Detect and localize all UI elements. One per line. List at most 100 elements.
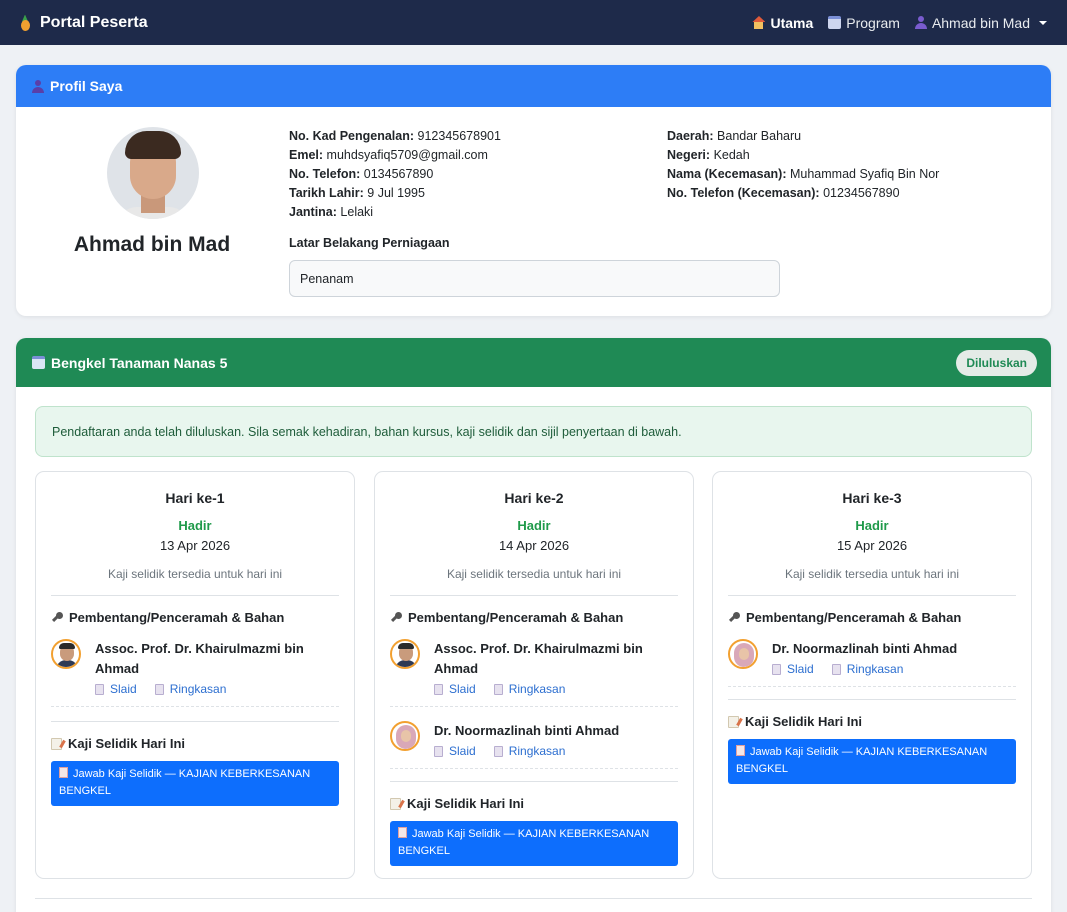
attendance-status: Hadir [855,518,889,533]
calendar-icon [32,356,45,369]
survey-section-heading: Kaji Selidik Hari Ini [51,736,339,751]
answer-survey-button[interactable]: Jawab Kaji Selidik — KAJIAN KEBERKESANAN… [51,761,339,806]
nav-label-program: Program [846,14,900,31]
profile-card: Profil Saya Ahmad bin Mad No. Kad Pengen… [16,65,1051,316]
nav-item-utama[interactable]: Utama [752,15,813,31]
survey-section-heading: Kaji Selidik Hari Ini [728,714,1016,729]
business-background-field[interactable]: Penanam [289,260,780,297]
brand-title: Portal Peserta [40,13,148,31]
user-icon [914,16,927,29]
summary-link[interactable]: Ringkasan [154,682,226,696]
document-icon [493,745,503,757]
divider [390,706,678,707]
speaker-name: Assoc. Prof. Dr. Khairulmazmi bin Ahmad [434,641,643,676]
user-menu-label: Ahmad bin Mad [931,14,1030,31]
business-background-label: Latar Belakang Perniagaan [289,236,450,250]
speaker-name: Assoc. Prof. Dr. Khairulmazmi bin Ahmad [95,641,304,676]
answer-survey-button[interactable]: Jawab Kaji Selidik — KAJIAN KEBERKESANAN… [390,821,678,866]
workshop-card-header: Bengkel Tanaman Nanas 5 Diluluskan [16,338,1051,387]
day-date: 14 Apr 2026 [498,538,570,553]
microphone-icon [390,611,402,624]
memo-icon [728,715,739,728]
profile-card-header: Profil Saya [16,65,1051,107]
workshop-title: Bengkel Tanaman Nanas 5 [51,354,228,371]
attendance-status: Hadir [517,518,551,533]
survey-availability-note: Kaji selidik tersedia untuk hari ini [446,567,622,581]
chevron-down-icon [1039,20,1047,25]
profile-details-right: Daerah: Bandar Baharu Negeri: Kedah Nama… [667,127,939,203]
attendance-status: Hadir [178,518,212,533]
day-card-3: Hari ke-3 Hadir 15 Apr 2026 Kaji selidik… [712,471,1032,879]
field-state: Negeri: Kedah [667,148,750,162]
microphone-icon [728,611,740,624]
summary-link[interactable]: Ringkasan [493,744,565,758]
brand-link[interactable]: Portal Peserta [18,14,148,32]
survey-section-heading: Kaji Selidik Hari Ini [390,796,678,811]
speaker-avatar [390,721,420,751]
field-phone: No. Telefon: 0134567890 [289,167,434,181]
survey-availability-note: Kaji selidik tersedia untuk hari ini [107,567,283,581]
divider [390,768,678,769]
file-icon [59,767,68,778]
profile-name: Ahmad bin Mad [73,233,231,256]
top-navbar: Portal Peserta Utama Program Ahmad bin M… [0,0,1067,45]
speaker-avatar [728,639,758,669]
day-title: Hari ke-1 [165,490,225,506]
speaker-item: Assoc. Prof. Dr. Khairulmazmi bin Ahmad … [390,639,678,696]
status-badge: Diluluskan [956,349,1037,376]
day-title: Hari ke-2 [504,490,564,506]
approval-alert: Pendaftaran anda telah diluluskan. Sila … [35,406,1032,457]
user-menu-dropdown[interactable]: Ahmad bin Mad [914,14,1047,31]
user-icon [32,79,44,93]
calendar-icon [828,16,842,29]
divider [728,595,1016,596]
memo-icon [51,737,62,750]
divider [390,781,678,782]
profile-details-left: No. Kad Pengenalan: 912345678901 Emel: m… [289,127,501,222]
document-icon [493,683,503,695]
summary-link[interactable]: Ringkasan [831,662,903,676]
day-date: 13 Apr 2026 [159,538,231,553]
house-icon [752,16,766,29]
document-icon [95,683,104,695]
field-emergency-name: Nama (Kecemasan): Muhammad Syafiq Bin No… [667,167,940,181]
divider [35,898,1032,899]
speaker-item: Dr. Noormazlinah binti Ahmad Slaid Ringk… [390,721,678,758]
document-icon [772,663,781,675]
day-card-2: Hari ke-2 Hadir 14 Apr 2026 Kaji selidik… [374,471,694,879]
summary-link[interactable]: Ringkasan [493,682,565,696]
speaker-avatar [51,639,81,669]
profile-avatar [107,127,199,219]
field-emergency-phone: No. Telefon (Kecemasan): 01234567890 [667,186,900,200]
field-ic-number: No. Kad Pengenalan: 912345678901 [289,129,501,143]
slides-link[interactable]: Slaid [772,662,814,676]
speakers-section-heading: Pembentang/Penceramah & Bahan [51,610,339,625]
speaker-name: Dr. Noormazlinah binti Ahmad [434,723,620,738]
speakers-section-heading: Pembentang/Penceramah & Bahan [728,610,1016,625]
slides-link[interactable]: Slaid [434,682,476,696]
slides-link[interactable]: Slaid [95,682,137,696]
divider [390,595,678,596]
microphone-icon [51,611,63,624]
day-title: Hari ke-3 [842,490,902,506]
document-icon [831,663,841,675]
divider [51,595,339,596]
day-card-1: Hari ke-1 Hadir 13 Apr 2026 Kaji selidik… [35,471,355,879]
divider [51,706,339,707]
workshop-card: Bengkel Tanaman Nanas 5 Diluluskan Penda… [16,338,1051,912]
field-birthdate: Tarikh Lahir: 9 Jul 1995 [289,186,425,200]
field-gender: Jantina: Lelaki [289,205,374,219]
file-icon [736,745,745,756]
speaker-name: Dr. Noormazlinah binti Ahmad [772,641,958,656]
field-email: Emel: muhdsyafiq5709@gmail.com [289,148,488,162]
speaker-avatar [390,639,420,669]
pineapple-icon [18,14,32,31]
slides-link[interactable]: Slaid [434,744,476,758]
speaker-item: Assoc. Prof. Dr. Khairulmazmi bin Ahmad … [51,639,339,696]
field-district: Daerah: Bandar Baharu [667,129,802,143]
answer-survey-button[interactable]: Jawab Kaji Selidik — KAJIAN KEBERKESANAN… [728,739,1016,784]
profile-header-title: Profil Saya [50,78,123,94]
survey-availability-note: Kaji selidik tersedia untuk hari ini [784,567,960,581]
nav-item-program[interactable]: Program [828,15,900,31]
divider [728,699,1016,700]
